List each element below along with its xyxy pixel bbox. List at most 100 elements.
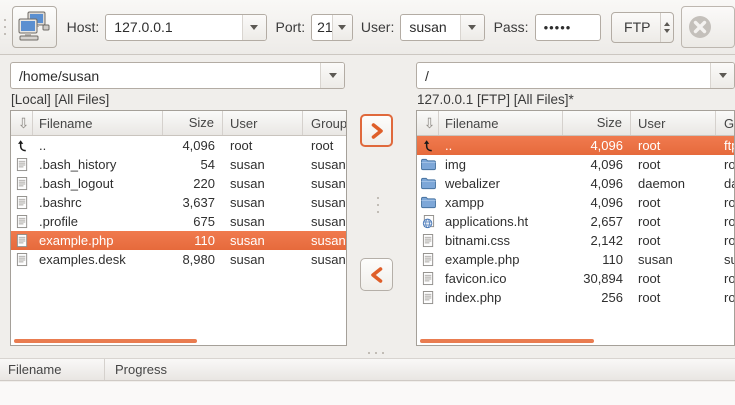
remote-path-combobox[interactable]: / (416, 62, 735, 89)
port-dropdown-button[interactable] (332, 15, 352, 40)
filename-column-header[interactable]: Filename (33, 111, 163, 135)
sort-column-header[interactable]: ⇩ (11, 111, 33, 135)
remote-pane-caption: 127.0.0.1 [FTP] [All Files]* (417, 92, 574, 108)
local-file-list: ⇩ Filename Size User Group .. 4,096 root… (10, 110, 347, 346)
file-row[interactable]: .bash_logout 220 susan susan (11, 174, 346, 193)
text-file-icon (11, 253, 33, 267)
arrow-right-icon (368, 122, 386, 140)
ftp-client-window: Host: 127.0.0.1 Port: 21 User: susan Pas… (0, 0, 735, 405)
protocol-spinner[interactable] (660, 13, 673, 42)
transfer-to-remote-button[interactable] (360, 114, 393, 147)
sort-descending-icon: ⇩ (424, 115, 436, 132)
computers-connect-icon (16, 11, 52, 43)
chevron-down-icon (338, 25, 346, 30)
local-pane-caption: [Local] [All Files] (11, 92, 109, 108)
text-file-icon (11, 196, 33, 210)
transfer-queue-header: Filename Progress (0, 358, 735, 381)
queue-filename-column-header[interactable]: Filename (0, 359, 105, 380)
file-row[interactable]: favicon.ico 30,894 root root (417, 269, 734, 288)
group-column-header[interactable]: Group (716, 111, 734, 135)
text-file-icon (11, 215, 33, 229)
file-row[interactable]: .. 4,096 root root (11, 136, 346, 155)
remote-path-dropdown-button[interactable] (710, 63, 734, 88)
user-column-header[interactable]: User (631, 111, 716, 135)
user-dropdown-button[interactable] (460, 15, 484, 40)
queue-progress-column-header[interactable]: Progress (105, 362, 167, 377)
transfer-to-local-button[interactable] (360, 258, 393, 291)
file-row[interactable]: bitnami.css 2,142 root root (417, 231, 734, 250)
host-combobox[interactable]: 127.0.0.1 (105, 14, 266, 41)
sort-descending-icon: ⇩ (18, 115, 30, 132)
pane-splitter-handle[interactable] (375, 197, 381, 213)
toolbar-drag-handle[interactable] (2, 19, 7, 35)
file-row[interactable]: applications.ht 2,657 root root (417, 212, 734, 231)
password-field[interactable]: ••••• (535, 14, 601, 41)
stop-x-icon (687, 14, 713, 40)
arrow-left-icon (368, 266, 386, 284)
host-label: Host: (67, 19, 100, 35)
file-row-selected[interactable]: example.php 110 susan susan (11, 231, 346, 250)
pass-label: Pass: (494, 19, 529, 35)
chevron-down-icon (329, 73, 337, 78)
chevron-up-icon (664, 22, 670, 26)
local-path-value[interactable]: /home/susan (11, 68, 320, 84)
file-row[interactable]: .bashrc 3,637 susan susan (11, 193, 346, 212)
chevron-down-icon (468, 25, 476, 30)
remote-list-header: ⇩ Filename Size User Group (417, 111, 734, 136)
folder-row[interactable]: img 4,096 root root (417, 155, 734, 174)
html-file-icon (417, 215, 439, 229)
stop-button[interactable] (681, 6, 735, 48)
folder-icon (417, 177, 439, 190)
text-file-icon (11, 158, 33, 172)
folder-row[interactable]: xampp 4,096 root root (417, 193, 734, 212)
up-directory-icon (11, 139, 33, 152)
transfer-queue-list[interactable] (0, 382, 735, 405)
text-file-icon (11, 234, 33, 248)
folder-row[interactable]: webalizer 4,096 daemon daemon (417, 174, 734, 193)
file-row[interactable]: index.php 256 root root (417, 288, 734, 307)
local-path-combobox[interactable]: /home/susan (10, 62, 345, 89)
folder-icon (417, 196, 439, 209)
filename-column-header[interactable]: Filename (439, 111, 563, 135)
user-value[interactable]: susan (401, 19, 459, 35)
host-dropdown-button[interactable] (242, 15, 266, 40)
chevron-down-icon (250, 25, 258, 30)
text-file-icon (417, 272, 439, 286)
host-value[interactable]: 127.0.0.1 (106, 19, 241, 35)
file-row[interactable]: example.php 110 susan susan (417, 250, 734, 269)
port-label: Port: (276, 19, 306, 35)
remote-path-value[interactable]: / (417, 68, 710, 84)
group-column-header[interactable]: Group (303, 111, 346, 135)
file-row[interactable]: .bash_history 54 susan susan (11, 155, 346, 174)
file-row[interactable]: examples.desk 8,980 susan susan (11, 250, 346, 269)
text-file-icon (417, 234, 439, 248)
text-file-icon (417, 291, 439, 305)
remote-file-list: ⇩ Filename Size User Group .. 4,096 root… (416, 110, 735, 346)
size-column-header[interactable]: Size (563, 111, 631, 135)
text-file-icon (417, 253, 439, 267)
toolbar: Host: 127.0.0.1 Port: 21 User: susan Pas… (0, 0, 735, 55)
protocol-selector[interactable]: FTP (611, 12, 674, 43)
protocol-value: FTP (612, 19, 660, 35)
up-directory-icon (417, 139, 439, 152)
user-combobox[interactable]: susan (400, 14, 484, 41)
text-file-icon (11, 177, 33, 191)
size-column-header[interactable]: Size (163, 111, 223, 135)
file-row[interactable]: .profile 675 susan susan (11, 212, 346, 231)
user-label: User: (361, 19, 394, 35)
password-dots: ••••• (544, 20, 572, 35)
port-value[interactable]: 21 (312, 19, 332, 35)
user-column-header[interactable]: User (223, 111, 303, 135)
local-path-dropdown-button[interactable] (320, 63, 344, 88)
horizontal-scrollbar-thumb[interactable] (420, 339, 594, 343)
local-list-header: ⇩ Filename Size User Group (11, 111, 346, 136)
queue-splitter-handle[interactable] (368, 352, 384, 354)
file-row-selected[interactable]: .. 4,096 root ftp (417, 136, 734, 155)
chevron-down-icon (719, 73, 727, 78)
sort-column-header[interactable]: ⇩ (417, 111, 439, 135)
connect-button[interactable] (12, 6, 56, 48)
horizontal-scrollbar-thumb[interactable] (14, 339, 197, 343)
chevron-down-icon (664, 29, 670, 33)
port-combobox[interactable]: 21 (311, 14, 353, 41)
folder-icon (417, 158, 439, 171)
